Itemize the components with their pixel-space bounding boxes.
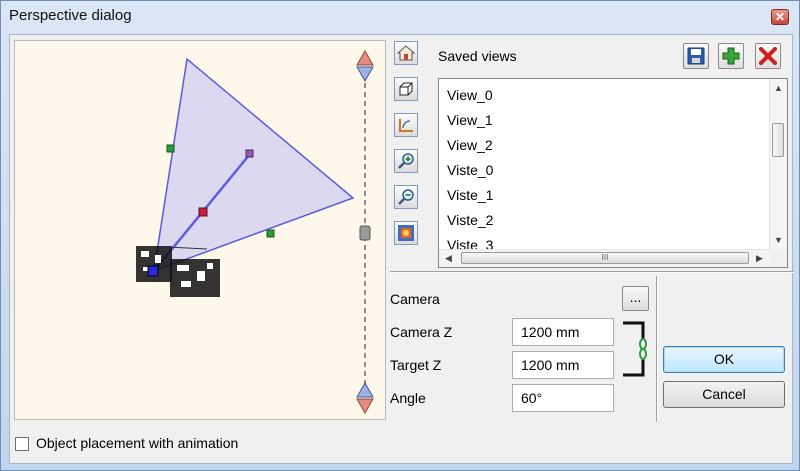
camera-height-top-arrow[interactable]	[356, 49, 374, 83]
floor-plan-button[interactable]	[394, 113, 418, 137]
zoom-in-button[interactable]	[394, 149, 418, 173]
delete-x-icon	[759, 47, 777, 65]
animation-checkbox[interactable]	[15, 437, 29, 451]
fit-view-icon	[398, 225, 414, 241]
fit-view-button[interactable]	[394, 221, 418, 245]
close-button[interactable]: ✕	[771, 9, 789, 25]
vertical-divider	[656, 276, 658, 422]
vertical-scroll-thumb[interactable]	[772, 123, 784, 157]
3d-view-button[interactable]	[394, 77, 418, 101]
saved-views-list[interactable]: View_0 View_1 View_2 Viste_0 Viste_1 Vis…	[438, 78, 788, 268]
ok-button[interactable]: OK	[663, 346, 785, 373]
view-frustum[interactable]	[153, 57, 355, 273]
zoom-in-icon	[398, 153, 414, 169]
list-item[interactable]: View_2	[447, 133, 493, 158]
perspective-dialog-window: Perspective dialog ✕ Saved views View_0 …	[0, 0, 800, 471]
cancel-button[interactable]: Cancel	[663, 381, 785, 408]
target-handle[interactable]	[245, 149, 254, 158]
scrollbar-corner	[770, 250, 787, 267]
target-z-label: Target Z	[390, 357, 442, 373]
floppy-disk-icon	[687, 47, 705, 65]
link-z-toggle[interactable]	[621, 321, 651, 377]
list-item[interactable]: Viste_0	[447, 158, 493, 183]
scroll-left-arrow-icon[interactable]: ◀	[445, 253, 452, 264]
list-item[interactable]: View_0	[447, 83, 493, 108]
close-icon: ✕	[774, 10, 786, 24]
home-view-button[interactable]	[394, 41, 418, 65]
center-handle[interactable]	[198, 207, 208, 217]
zoom-out-icon	[398, 189, 414, 205]
camera-z-field[interactable]: 1200 mm	[512, 318, 614, 346]
saved-views-label: Saved views	[438, 48, 517, 64]
window-title: Perspective dialog	[9, 7, 132, 24]
add-view-button[interactable]	[718, 43, 744, 69]
perspective-canvas[interactable]	[14, 40, 386, 420]
left-angle-handle[interactable]	[166, 144, 175, 153]
camera-z-label: Camera Z	[390, 324, 453, 340]
dialog-client-area: Saved views View_0 View_1 View_2 Viste_0…	[9, 34, 794, 464]
chain-link-icon	[623, 321, 647, 377]
list-horizontal-scrollbar[interactable]: ◀ III ▶	[439, 249, 771, 267]
angle-field[interactable]: 60°	[512, 384, 614, 412]
target-z-field[interactable]: 1200 mm	[512, 351, 614, 379]
right-angle-handle[interactable]	[266, 229, 275, 238]
plus-icon	[722, 47, 740, 65]
horizontal-scroll-thumb[interactable]: III	[461, 252, 749, 264]
save-view-button[interactable]	[683, 43, 709, 69]
camera-frustum-diagram[interactable]	[15, 41, 386, 420]
scroll-down-arrow-icon[interactable]: ▼	[774, 235, 783, 245]
camera-height-bottom-arrow[interactable]	[356, 381, 374, 415]
scroll-right-arrow-icon[interactable]: ▶	[756, 253, 763, 264]
angle-label: Angle	[390, 390, 426, 406]
3d-box-icon	[399, 82, 413, 96]
zoom-out-button[interactable]	[394, 185, 418, 209]
floor-plan-icon	[399, 119, 413, 132]
list-item[interactable]: Viste_2	[447, 208, 493, 233]
animation-checkbox-label[interactable]: Object placement with animation	[36, 435, 238, 451]
camera-height-slider-thumb[interactable]	[359, 225, 371, 241]
horizontal-divider	[390, 271, 794, 273]
scroll-up-arrow-icon[interactable]: ▲	[774, 83, 783, 93]
delete-view-button[interactable]	[755, 43, 781, 69]
list-vertical-scrollbar[interactable]: ▲ ▼	[769, 79, 787, 251]
camera-label: Camera	[390, 291, 440, 307]
camera-browse-button[interactable]: ...	[622, 286, 649, 311]
list-item[interactable]: Viste_1	[447, 183, 493, 208]
home-view-icon	[397, 45, 415, 61]
list-item[interactable]: View_1	[447, 108, 493, 133]
